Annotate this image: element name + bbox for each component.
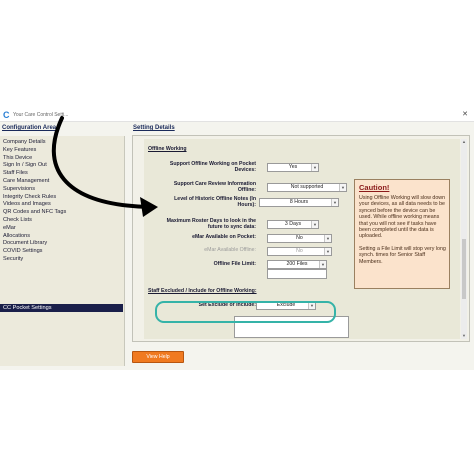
chevron-down-icon: ▼: [311, 221, 318, 228]
chevron-down-icon: ▼: [319, 261, 326, 268]
configuration-area-header: Configuration Area: [2, 125, 57, 131]
nav-item[interactable]: Supervisions: [0, 186, 125, 194]
chevron-down-icon: ▼: [324, 235, 331, 242]
highlight-ring: [155, 301, 336, 323]
support-offline-dropdown[interactable]: Yes ▼: [267, 163, 319, 172]
file-limit-dropdown[interactable]: 200 Files ▼: [267, 260, 327, 269]
nav-item[interactable]: Care Management: [0, 178, 125, 186]
window-title: Your Care Control Setti...: [13, 112, 69, 118]
offline-working-section-title: Offline Working: [148, 146, 187, 152]
emar-offline-label: eMar Available Offline:: [204, 247, 256, 253]
nav-item[interactable]: Key Features: [0, 147, 125, 155]
emar-pocket-dropdown[interactable]: No ▼: [267, 234, 332, 243]
emar-pocket-label: eMar Available on Pocket:: [192, 234, 256, 240]
scrollbar-thumb[interactable]: [462, 239, 466, 299]
file-limit-label: Offline File Limit:: [213, 261, 256, 267]
support-offline-label: Support Offline Working on Pocket Device…: [169, 161, 256, 173]
settings-window: C Your Care Control Setti... ✕ Configura…: [0, 108, 474, 370]
setting-details-header: Setting Details: [133, 125, 175, 131]
file-limit-list: [267, 269, 327, 279]
historic-notes-dropdown[interactable]: 8 Hours ▼: [259, 198, 339, 207]
care-review-label: Support Care Review Information Offline:: [173, 181, 256, 193]
nav-item[interactable]: Sign In / Sign Out: [0, 162, 125, 170]
caution-panel: Caution! Using Offline Working will slow…: [354, 179, 450, 289]
roster-days-label: Maximum Roster Days to look in the futur…: [166, 218, 256, 230]
chevron-down-icon: ▼: [311, 164, 318, 171]
care-control-app-icon: C: [3, 110, 10, 120]
nav-list: Company Details Key Features This Device Si…: [0, 139, 125, 264]
staff-excluded-section-title: Staff Excluded / Include for Offline Wor…: [148, 288, 257, 294]
scroll-up-icon[interactable]: ▲: [461, 139, 467, 145]
close-icon[interactable]: ✕: [462, 109, 468, 121]
chevron-down-icon: ▼: [324, 248, 331, 255]
nav-item[interactable]: Document Library: [0, 240, 125, 248]
nav-item[interactable]: Staff Files: [0, 170, 125, 178]
nav-item[interactable]: Videos and Images: [0, 201, 125, 209]
nav-item[interactable]: Check Lists: [0, 217, 125, 225]
chevron-down-icon: ▼: [339, 184, 346, 191]
historic-notes-label: Level of Historic Offline Notes (In Hour…: [174, 196, 256, 208]
care-review-dropdown[interactable]: Not supported ▼: [267, 183, 347, 192]
nav-item[interactable]: Integrity Check Rules: [0, 194, 125, 202]
nav-item-cc-pocket-settings[interactable]: CC Pocket Settings: [0, 304, 123, 312]
caution-text: Using Offline Working will slow down you…: [359, 195, 449, 271]
caution-paragraph: Setting a File Limit will stop very long…: [359, 245, 446, 265]
nav-item[interactable]: Allocations: [0, 233, 125, 241]
nav-item[interactable]: Company Details: [0, 139, 125, 147]
nav-item[interactable]: COVID Settings: [0, 248, 125, 256]
nav-item[interactable]: eMar: [0, 225, 125, 233]
vertical-scrollbar[interactable]: ▲ ▼: [461, 139, 467, 339]
view-help-button[interactable]: View Help: [132, 351, 184, 363]
configuration-list: Company Details Key Features This Device Si…: [0, 136, 125, 366]
nav-item[interactable]: Security: [0, 256, 125, 264]
caution-paragraph: Using Offline Working will slow down you…: [359, 195, 446, 240]
title-bar: C Your Care Control Setti... ✕: [0, 108, 474, 122]
scroll-down-icon[interactable]: ▼: [461, 333, 467, 339]
caution-title: Caution!: [359, 183, 390, 192]
roster-days-dropdown[interactable]: 3 Days ▼: [267, 220, 319, 229]
emar-offline-dropdown: No ▼: [267, 247, 332, 256]
nav-item[interactable]: QR Codes and NFC Tags: [0, 209, 125, 217]
nav-item[interactable]: This Device: [0, 155, 125, 163]
chevron-down-icon: ▼: [331, 199, 338, 206]
